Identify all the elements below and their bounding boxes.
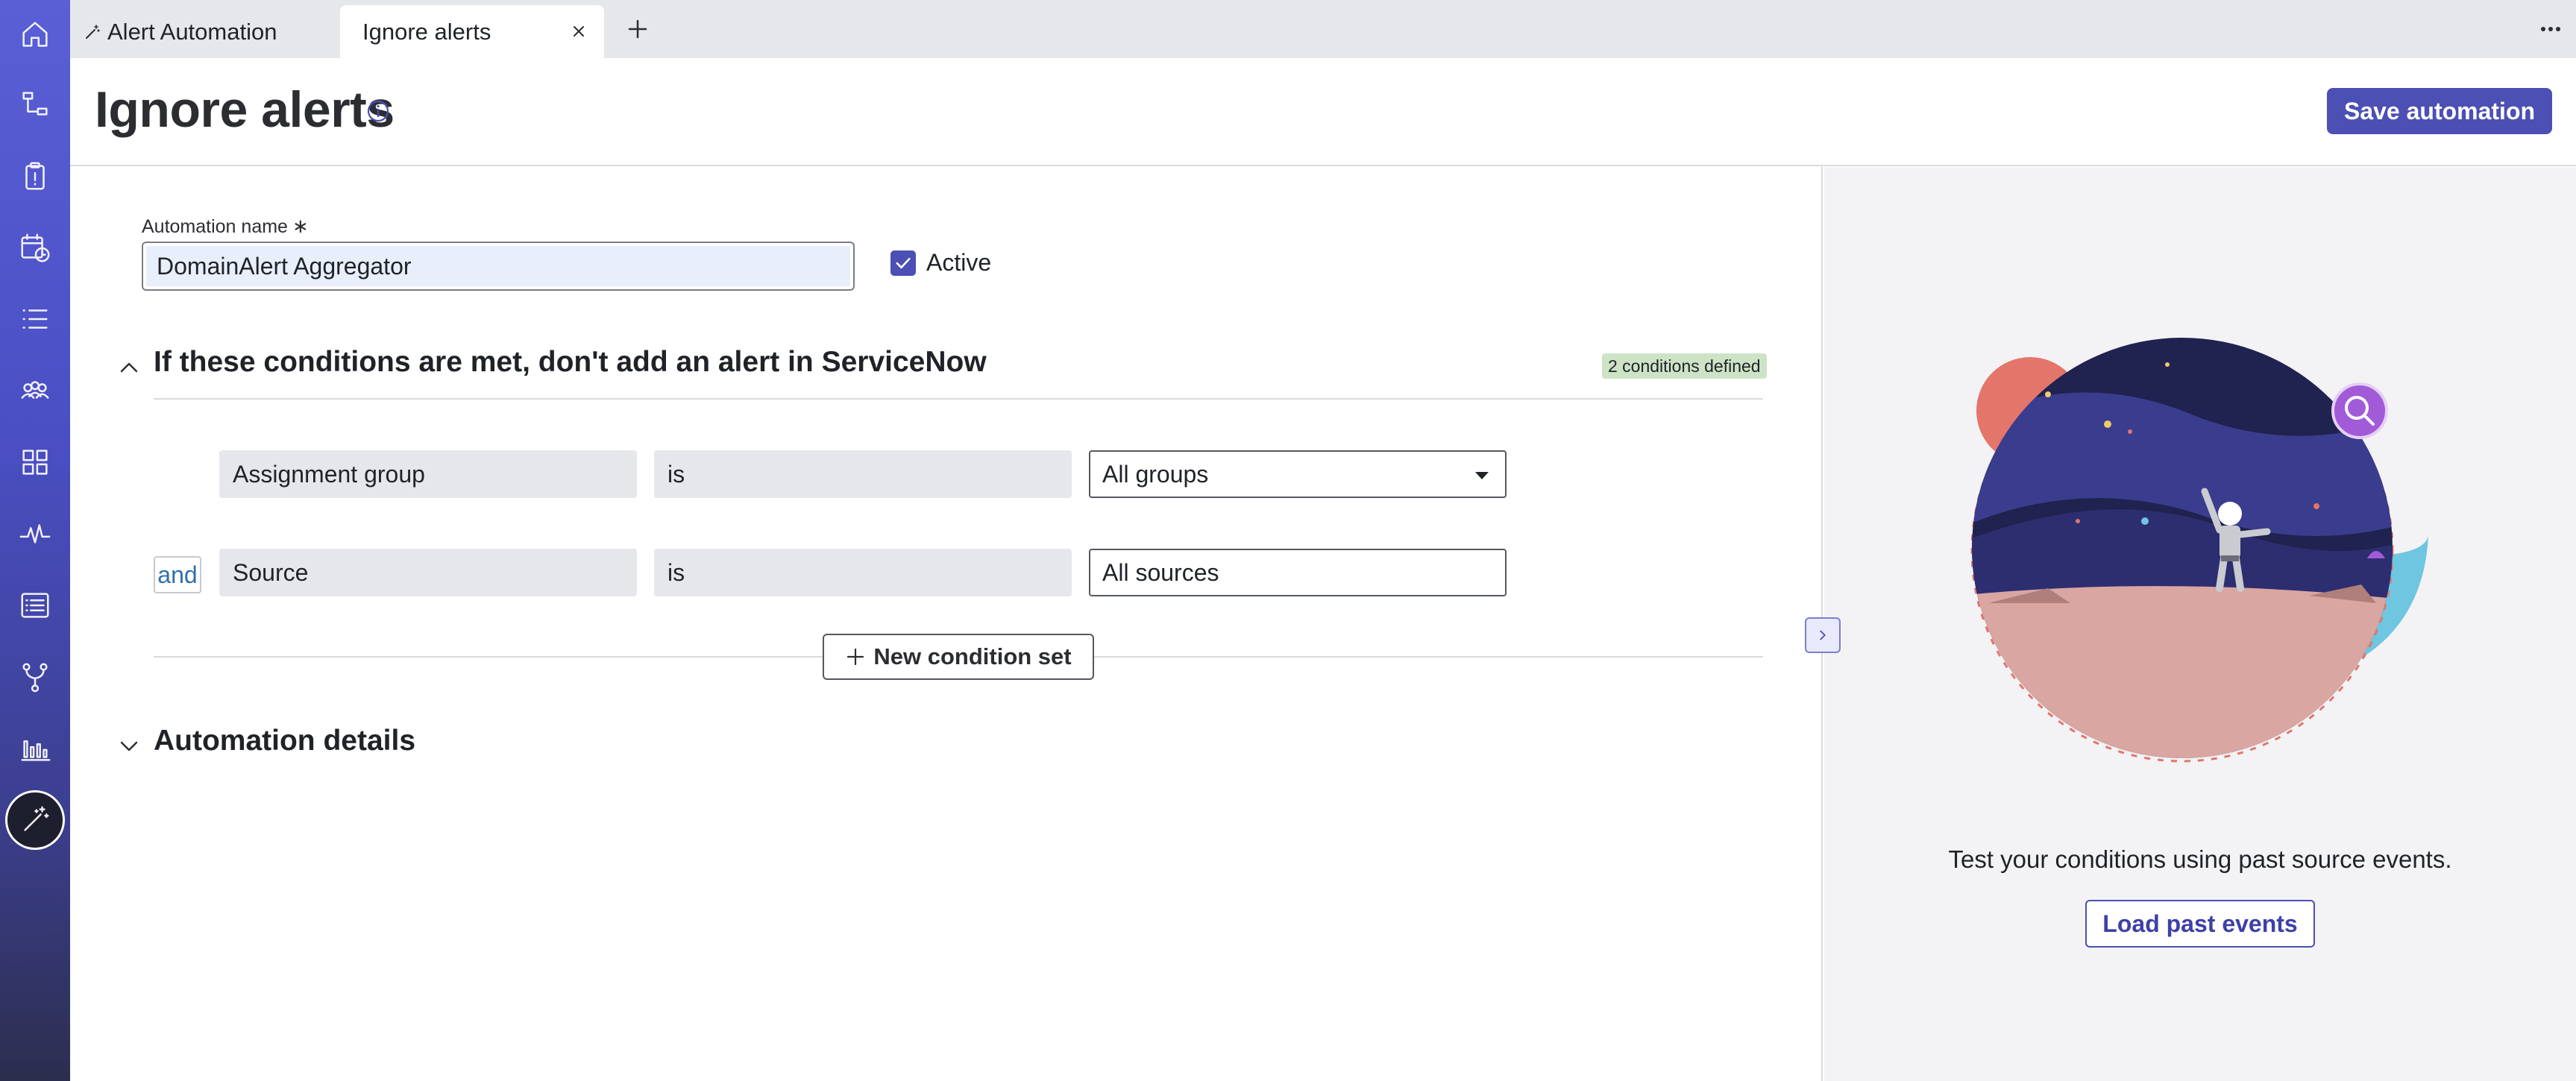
info-icon[interactable] <box>365 98 391 124</box>
automation-name-value: DomainAlert Aggregator <box>146 246 850 286</box>
save-automation-button[interactable]: Save automation <box>2327 88 2552 134</box>
automation-name-field[interactable]: DomainAlert Aggregator <box>142 242 855 291</box>
home-icon[interactable] <box>13 12 57 57</box>
source-input[interactable]: All sources <box>1089 549 1507 596</box>
automation-details-title[interactable]: Automation details <box>154 725 415 757</box>
active-label: Active <box>926 249 992 276</box>
condition-field-assignment-group[interactable]: Assignment group <box>219 450 637 498</box>
label-text: Automation name <box>142 216 288 237</box>
condition-operator[interactable]: is <box>654 450 1072 498</box>
plus-icon[interactable] <box>623 15 652 43</box>
page-title: Ignore alerts <box>95 81 395 138</box>
condition-operator[interactable]: is <box>654 549 1072 596</box>
calendar-clock-icon[interactable] <box>13 225 57 270</box>
wand-icon <box>86 24 100 39</box>
tab-bar: Alert Automation Ignore alerts <box>70 0 2576 58</box>
automation-name-label: Automation name ∗ <box>142 215 309 238</box>
teams-icon[interactable] <box>13 368 57 413</box>
active-checkbox[interactable] <box>890 250 916 276</box>
main-content: Automation name ∗ DomainAlert Aggregator … <box>70 167 1823 1081</box>
required-mark: ∗ <box>292 215 309 237</box>
tab-label: Ignore alerts <box>362 18 491 45</box>
assignment-group-dropdown[interactable]: All groups <box>1089 450 1507 498</box>
close-icon[interactable] <box>568 21 589 42</box>
button-label: New condition set <box>873 643 1072 669</box>
panel-toggle-button[interactable] <box>1805 617 1841 653</box>
wand-icon[interactable] <box>5 790 65 850</box>
chevron-down-icon[interactable] <box>118 735 140 757</box>
check-icon <box>896 257 911 269</box>
input-value: All sources <box>1102 558 1219 586</box>
dropdown-value: All groups <box>1102 460 1209 488</box>
branch-icon[interactable] <box>13 655 57 699</box>
page-header: Ignore alerts Save automation <box>70 58 2576 166</box>
test-conditions-text: Test your conditions using past source e… <box>1948 845 2452 873</box>
plus-icon <box>847 648 864 666</box>
test-panel: Test your conditions using past source e… <box>1824 167 2576 1081</box>
tab-alert-automation[interactable]: Alert Automation <box>84 5 330 58</box>
caret-down-icon <box>1475 472 1489 479</box>
list-icon[interactable] <box>13 297 57 341</box>
conditions-badge: 2 conditions defined <box>1602 353 1767 379</box>
section-divider <box>154 398 1763 400</box>
grid-icon[interactable] <box>13 440 57 485</box>
chevron-right-icon <box>1820 630 1826 640</box>
tab-ignore-alerts[interactable]: Ignore alerts <box>340 5 604 58</box>
conditions-section-title[interactable]: If these conditions are met, don't add a… <box>154 346 987 379</box>
new-condition-set-button[interactable]: New condition set <box>823 634 1094 680</box>
sidebar <box>0 0 70 1081</box>
list-box-icon[interactable] <box>13 583 57 628</box>
load-past-events-button[interactable]: Load past events <box>2085 900 2315 948</box>
tab-label: Alert Automation <box>107 18 277 45</box>
pulse-icon[interactable] <box>13 511 57 556</box>
clipboard-alert-icon[interactable] <box>13 154 57 198</box>
condition-field-source[interactable]: Source <box>219 549 637 596</box>
chevron-up-icon[interactable] <box>118 356 140 379</box>
hierarchy-icon[interactable] <box>13 82 57 127</box>
bar-chart-icon[interactable] <box>13 726 57 771</box>
astronaut-illustration <box>1970 338 2428 763</box>
more-horizontal-icon[interactable] <box>2536 16 2566 42</box>
and-operator-chip[interactable]: and <box>154 556 201 593</box>
